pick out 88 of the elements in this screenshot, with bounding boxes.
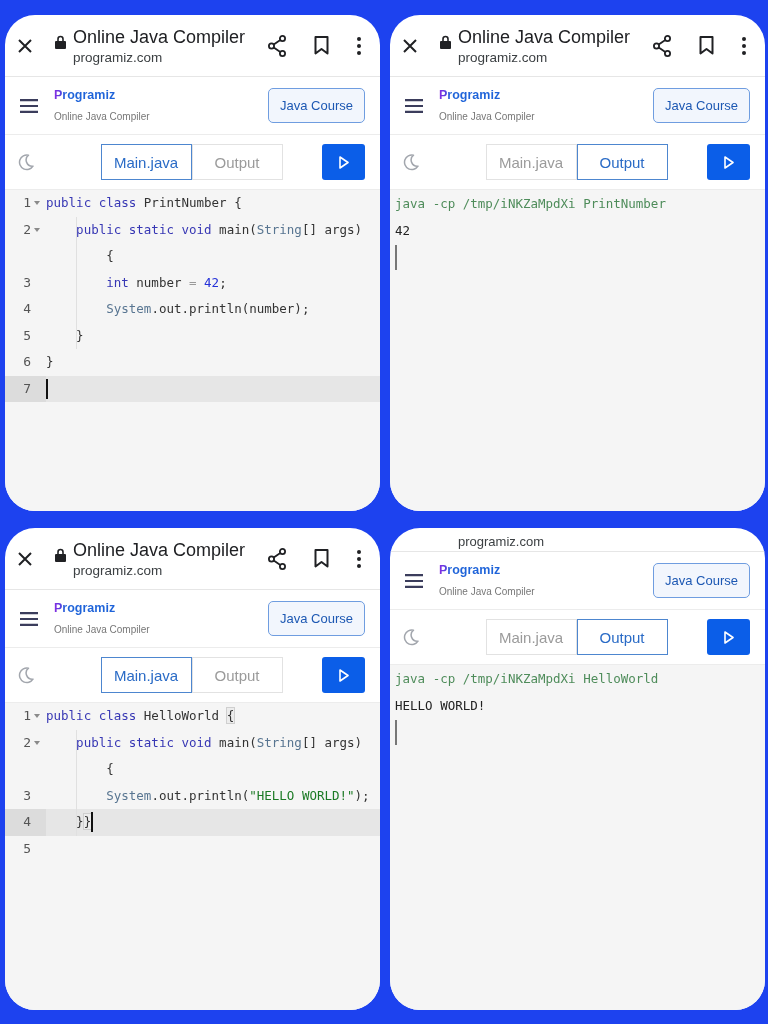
line-number: 1	[22, 708, 31, 725]
code-text: {	[106, 761, 114, 778]
run-button[interactable]	[322, 657, 365, 693]
line-number: 5	[22, 327, 31, 344]
line-number: 7	[22, 380, 31, 397]
line-number: 4	[22, 814, 31, 831]
run-button[interactable]	[707, 144, 750, 180]
line-number: 5	[22, 840, 31, 857]
view-tab[interactable]: Output	[191, 144, 283, 180]
site-logo[interactable]: Programiz	[439, 88, 501, 103]
site-subtitle: Online Java Compiler	[439, 111, 535, 123]
close-icon[interactable]	[18, 38, 32, 53]
menu-icon[interactable]	[405, 573, 423, 588]
page-url[interactable]: programiz.com	[458, 534, 544, 549]
close-icon[interactable]	[18, 551, 32, 566]
fold-caret-icon[interactable]	[34, 201, 40, 206]
course-button[interactable]: Java Course	[268, 601, 365, 636]
play-icon	[723, 630, 734, 644]
site-subtitle: Online Java Compiler	[54, 111, 150, 123]
play-icon	[338, 668, 349, 682]
code-text: }	[76, 327, 84, 344]
code-text: public class PrintNumber {	[46, 195, 242, 212]
fold-caret-icon[interactable]	[34, 714, 40, 719]
line-number: 1	[22, 195, 31, 212]
play-icon	[338, 155, 349, 169]
play-icon	[723, 155, 734, 169]
code-editor[interactable]: 1 public class HelloWorld { 2 public static void main(String[] args) { 3 System.out.println("HELLO WORLD!"); 4 }} 5	[5, 703, 380, 1010]
site-subtitle: Online Java Compiler	[439, 586, 535, 598]
view-tab[interactable]: Output	[576, 144, 668, 180]
close-icon[interactable]	[403, 38, 417, 53]
site-logo[interactable]: Programiz	[439, 563, 501, 578]
menu-icon[interactable]	[20, 98, 38, 113]
site-subtitle: Online Java Compiler	[54, 624, 150, 636]
code-text: System.out.println("HELLO WORLD!");	[106, 787, 370, 804]
code-text: }}	[76, 814, 92, 831]
run-button[interactable]	[322, 144, 365, 180]
code-text: System.out.println(number);	[106, 301, 310, 318]
bookmark-icon[interactable]	[314, 36, 329, 55]
line-number: 2	[22, 221, 31, 238]
share-icon[interactable]	[267, 547, 287, 570]
code-text: int number = 42;	[106, 274, 227, 291]
page-url[interactable]: programiz.com	[73, 48, 163, 66]
site-logo[interactable]: Programiz	[54, 88, 116, 103]
view-tab[interactable]: Output	[191, 657, 283, 693]
page-title: Online Java Compiler	[458, 25, 631, 48]
run-button[interactable]	[707, 619, 750, 655]
lock-icon	[440, 35, 451, 49]
menu-icon[interactable]	[20, 611, 38, 626]
site-logo[interactable]: Programiz	[54, 601, 116, 616]
code-text: {	[106, 248, 114, 265]
bookmark-icon[interactable]	[699, 36, 714, 55]
code-editor[interactable]: 1 public class PrintNumber { 2 public static void main(String[] args) { 3 int number = 42; 4 System.out.println(number); 5 } 6 } 7	[5, 190, 380, 511]
page-url[interactable]: programiz.com	[73, 561, 163, 579]
code-text: }	[46, 354, 54, 371]
more-options-icon[interactable]	[742, 36, 746, 55]
page-url[interactable]: programiz.com	[458, 48, 548, 66]
course-button[interactable]: Java Course	[653, 563, 750, 598]
more-options-icon[interactable]	[357, 36, 361, 55]
line-number: 2	[22, 734, 31, 751]
line-number: 6	[22, 354, 31, 371]
code-text: public static void main(String[] args)	[76, 734, 363, 751]
course-button[interactable]: Java Course	[653, 88, 750, 123]
lock-icon	[55, 548, 66, 562]
view-tab[interactable]: Main.java	[485, 144, 577, 180]
run-command: java -cp /tmp/iNKZaMpdXi HelloWorld	[395, 670, 659, 688]
page-title: Online Java Compiler	[73, 538, 246, 561]
bookmark-icon[interactable]	[314, 549, 329, 568]
share-icon[interactable]	[267, 34, 287, 57]
view-tab[interactable]: Output	[576, 619, 668, 655]
course-button[interactable]: Java Course	[268, 88, 365, 123]
line-number: 4	[22, 301, 31, 318]
line-number: 3	[22, 787, 31, 804]
code-text: public static void main(String[] args)	[76, 221, 363, 238]
view-tab[interactable]: Main.java	[485, 619, 577, 655]
code-text: public class HelloWorld {	[46, 708, 235, 725]
fold-caret-icon[interactable]	[34, 227, 40, 232]
menu-icon[interactable]	[405, 98, 423, 113]
program-output: 42	[395, 222, 411, 240]
share-icon[interactable]	[652, 34, 672, 57]
view-tab[interactable]: Main.java	[100, 144, 192, 180]
line-number: 3	[22, 274, 31, 291]
more-options-icon[interactable]	[357, 549, 361, 568]
page-title: Online Java Compiler	[73, 25, 246, 48]
run-command: java -cp /tmp/iNKZaMpdXi PrintNumber	[395, 195, 666, 213]
fold-caret-icon[interactable]	[34, 740, 40, 745]
view-tab[interactable]: Main.java	[100, 657, 192, 693]
program-output: HELLO WORLD!	[395, 697, 486, 715]
lock-icon	[55, 35, 66, 49]
